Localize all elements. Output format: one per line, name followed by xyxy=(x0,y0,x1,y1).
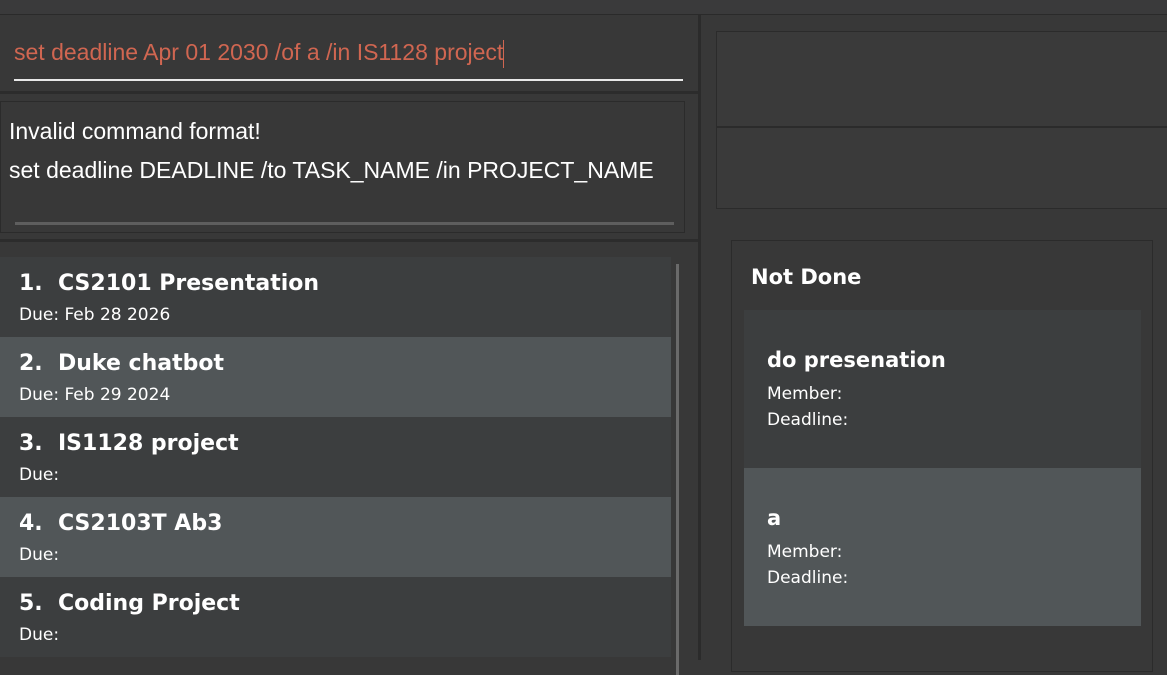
project-title: 3. IS1128 project xyxy=(19,431,239,456)
project-list-scrollbar[interactable] xyxy=(676,264,679,675)
result-display: Invalid command format! set deadline DEA… xyxy=(0,101,685,233)
result-horizontal-scrollbar[interactable] xyxy=(15,222,674,225)
project-title: 4. CS2103T Ab3 xyxy=(19,511,222,536)
menu-bar xyxy=(0,0,1167,15)
project-list-item[interactable]: 1. CS2101 Presentation Due: Feb 28 2026 xyxy=(0,257,671,337)
project-due: Due: Feb 29 2024 xyxy=(19,385,171,405)
task-column-not-done: Not Done do presenation Member: Deadline… xyxy=(731,240,1153,672)
task-member: Member: xyxy=(767,542,843,562)
command-input-underline xyxy=(14,79,683,81)
project-name: CS2101 Presentation xyxy=(58,271,320,296)
project-detail-panel xyxy=(716,31,1167,127)
project-index: 5. xyxy=(19,591,43,616)
project-index: 2. xyxy=(19,351,43,376)
project-list-item[interactable]: 2. Duke chatbot Due: Feb 29 2024 xyxy=(0,337,671,417)
command-box: set deadline Apr 01 2030 /of a /in IS112… xyxy=(0,15,698,91)
project-name: IS1128 project xyxy=(58,431,239,456)
project-info-panel xyxy=(716,127,1167,209)
column-title: Not Done xyxy=(751,265,862,289)
command-input-text: set deadline Apr 01 2030 /of a /in IS112… xyxy=(14,39,504,65)
project-index: 3. xyxy=(19,431,43,456)
project-due: Due: xyxy=(19,625,60,645)
task-name: do presenation xyxy=(767,348,946,372)
project-list-item[interactable]: 4. CS2103T Ab3 Due: xyxy=(0,497,671,577)
left-pane: set deadline Apr 01 2030 /of a /in IS112… xyxy=(0,15,698,675)
project-due: Due: xyxy=(19,545,60,565)
project-title: 2. Duke chatbot xyxy=(19,351,224,376)
task-card[interactable]: a Member: Deadline: xyxy=(744,468,1141,626)
project-title: 1. CS2101 Presentation xyxy=(19,271,319,296)
project-due: Due: Feb 28 2026 xyxy=(19,305,171,325)
project-name: Coding Project xyxy=(58,591,240,616)
right-pane: Not Done do presenation Member: Deadline… xyxy=(701,15,1167,672)
command-input[interactable]: set deadline Apr 01 2030 /of a /in IS112… xyxy=(14,37,682,68)
task-member: Member: xyxy=(767,384,843,404)
task-deadline: Deadline: xyxy=(767,410,849,430)
task-name: a xyxy=(767,506,782,530)
project-list-item[interactable]: 5. Coding Project Due: xyxy=(0,577,671,657)
task-deadline: Deadline: xyxy=(767,568,849,588)
text-caret xyxy=(503,39,505,68)
project-name: CS2103T Ab3 xyxy=(58,511,223,536)
divider xyxy=(0,91,698,94)
project-title: 5. Coding Project xyxy=(19,591,240,616)
project-name: Duke chatbot xyxy=(58,351,224,376)
project-index: 1. xyxy=(19,271,43,296)
task-card[interactable]: do presenation Member: Deadline: xyxy=(744,310,1141,468)
result-line-error: Invalid command format! xyxy=(9,118,261,144)
divider xyxy=(0,239,698,242)
project-list-item[interactable]: 3. IS1128 project Due: xyxy=(0,417,671,497)
project-index: 4. xyxy=(19,511,43,536)
result-line-usage: set deadline DEADLINE /to TASK_NAME /in … xyxy=(9,157,654,183)
project-due: Due: xyxy=(19,465,60,485)
